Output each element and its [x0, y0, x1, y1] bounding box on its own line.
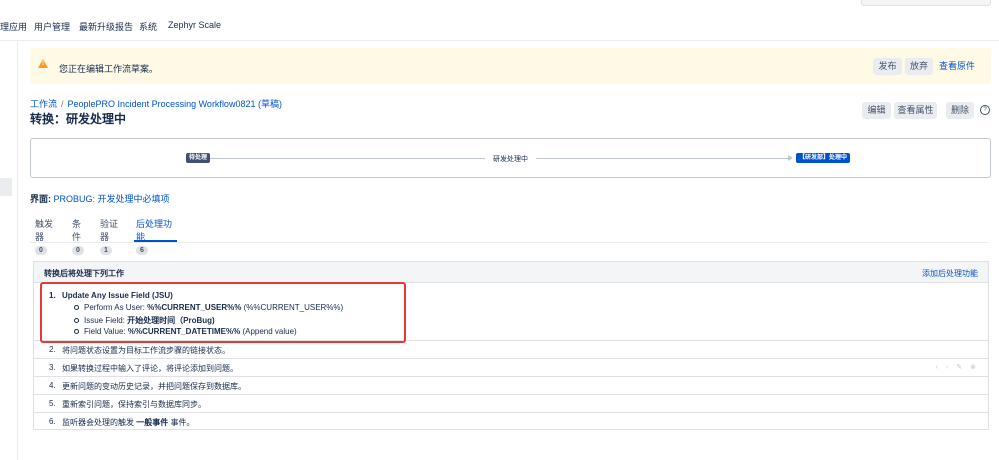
search-input[interactable]: [861, 0, 991, 6]
screen-label: 界面:: [30, 194, 51, 204]
view-properties-button[interactable]: 查看属性: [894, 102, 937, 119]
table-header-title: 转换后将处理下列工作: [44, 269, 124, 278]
transition-line-left: [210, 158, 485, 159]
nav-item-apps[interactable]: 理应用: [0, 20, 27, 33]
breadcrumb-workflows[interactable]: 工作流: [30, 99, 57, 109]
annotation-highlight-box: [40, 282, 406, 343]
screen-link[interactable]: PROBUG: 开发处理中必填项: [54, 194, 170, 204]
transition-name: 研发处理中: [493, 156, 528, 163]
sidebar-selected-item[interactable]: [0, 178, 12, 196]
tab-label: 触发器: [35, 219, 54, 242]
move-down-icon[interactable]: ›: [946, 364, 948, 371]
tab-post-functions[interactable]: 后处理功能 6: [136, 217, 178, 255]
nav-item-zephyr-scale[interactable]: Zephyr Scale: [168, 20, 221, 30]
breadcrumb: 工作流 / PeoplePRO Incident Processing Workfl…: [30, 97, 282, 110]
table-header: 转换后将处理下列工作 添加后处理功能: [34, 262, 988, 283]
discard-button[interactable]: 放弃: [905, 58, 933, 75]
row-number: 4.: [49, 381, 56, 390]
tab-validators[interactable]: 验证器 1: [100, 217, 125, 255]
transition-diagram: 待处理 研发处理中 【研发部】处理中: [30, 138, 991, 178]
row-text-before: 监听器会处理的触发: [62, 418, 134, 427]
draft-message: 您正在编辑工作流草案。: [59, 64, 159, 74]
delete-icon[interactable]: ⊗: [970, 364, 976, 371]
page-title: 转换：研发处理中: [30, 112, 127, 126]
delete-button[interactable]: 删除: [946, 102, 974, 119]
tab-label: 条件: [72, 219, 82, 242]
to-status-lozenge: 【研发部】处理中: [796, 153, 851, 163]
add-post-function-link[interactable]: 添加后处理功能: [922, 268, 978, 279]
tab-label: 后处理功能: [136, 219, 173, 242]
nav-item-user-management[interactable]: 用户管理: [34, 20, 70, 33]
tab-conditions[interactable]: 条件 0: [72, 217, 89, 255]
event-name: 一般事件: [136, 418, 169, 427]
from-status-lozenge: 待处理: [186, 153, 211, 163]
tab-count-badge: 1: [100, 246, 112, 255]
move-up-icon[interactable]: ‹: [936, 364, 938, 371]
row-text: 将问题状态设置为目标工作流步骤的链接状态。: [62, 346, 230, 355]
nav-item-system[interactable]: 系统: [139, 20, 157, 33]
tab-count-badge: 6: [136, 246, 148, 255]
warning-icon-mark: !: [42, 61, 44, 67]
row-actions: ‹ › ✎ ⊗: [928, 363, 976, 371]
row-text: 监听器会处理的触发 一般事件 事件。: [62, 417, 194, 428]
row-number: 5.: [49, 399, 56, 408]
table-row: 5. 重新索引问题，保持索引与数据库同步。: [34, 395, 988, 413]
top-navigation: 理应用 用户管理 最新升级报告 系统 Zephyr Scale: [0, 0, 999, 41]
row-number: 3.: [49, 363, 56, 372]
breadcrumb-workflow-name[interactable]: PeoplePRO Incident Processing Workflow08…: [68, 99, 282, 109]
help-icon[interactable]: ?: [980, 105, 990, 115]
table-row: 4. 更新问题的变动历史记录，并把问题保存到数据库。: [34, 377, 988, 395]
publish-button[interactable]: 发布: [873, 58, 902, 75]
table-row: 2. 将问题状态设置为目标工作流步骤的链接状态。: [34, 341, 988, 359]
transition-line-right: [536, 158, 789, 159]
view-original-link[interactable]: 查看原件: [939, 58, 975, 75]
screen-field: 界面: PROBUG: 开发处理中必填项: [30, 192, 170, 205]
edit-button[interactable]: 编辑: [862, 102, 891, 119]
row-number: 6.: [49, 417, 56, 426]
row-number: 2.: [49, 345, 56, 354]
tab-label: 验证器: [100, 219, 119, 242]
tabs-divider: [30, 242, 989, 243]
tab-triggers[interactable]: 触发器 0: [35, 217, 60, 255]
edit-pencil-icon[interactable]: ✎: [956, 364, 962, 371]
nav-item-upgrade-report[interactable]: 最新升级报告: [79, 20, 133, 33]
table-row: 6. 监听器会处理的触发 一般事件 事件。: [34, 413, 988, 429]
row-text: 更新问题的变动历史记录，并把问题保存到数据库。: [62, 382, 246, 391]
row-text: 如果转换过程中输入了评论，将评论添加到问题。: [62, 364, 238, 373]
tab-count-badge: 0: [35, 246, 47, 255]
left-sidebar: [0, 40, 18, 460]
tab-count-badge: 0: [72, 246, 84, 255]
breadcrumb-separator: /: [61, 99, 64, 109]
draft-warning-banner: ! 您正在编辑工作流草案。 发布 放弃 查看原件: [30, 48, 991, 84]
row-text-after: 事件。: [170, 418, 195, 427]
table-row: 3. 如果转换过程中输入了评论，将评论添加到问题。 ‹ › ✎ ⊗: [34, 359, 988, 377]
active-tab-indicator: [134, 240, 177, 242]
arrow-right-icon: [788, 155, 793, 161]
row-text: 重新索引问题，保持索引与数据库同步。: [62, 400, 206, 409]
